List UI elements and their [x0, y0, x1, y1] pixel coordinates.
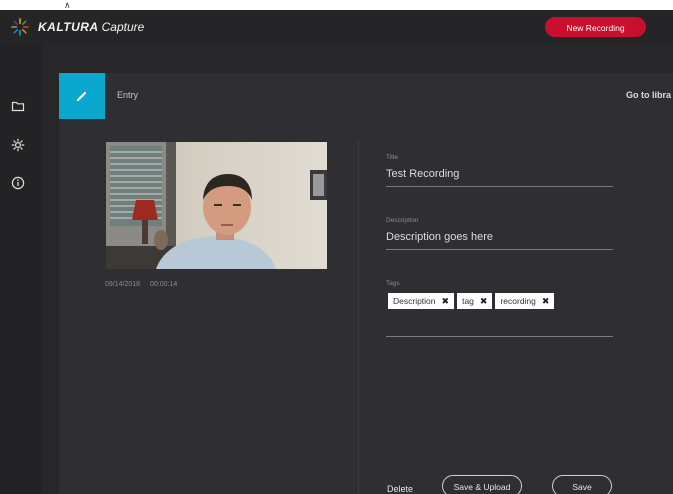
- description-underline: [386, 249, 613, 250]
- tags-label: Tags: [386, 280, 400, 287]
- recording-meta: 09/14/2018 00:00:14: [105, 281, 177, 288]
- new-recording-button[interactable]: New Recording: [545, 17, 646, 37]
- tag-label: recording: [500, 296, 536, 306]
- kaltura-logo-icon: [11, 18, 29, 36]
- brand-suffix: Capture: [101, 20, 145, 34]
- tag-chip: tag ✖: [457, 293, 493, 309]
- video-preview-image: [106, 142, 327, 269]
- tag-chip: recording ✖: [495, 293, 555, 309]
- entry-label: Entry: [117, 90, 139, 100]
- save-and-upload-button[interactable]: Save & Upload: [442, 475, 522, 494]
- tags-input[interactable]: Description ✖ tag ✖ recording ✖: [388, 293, 557, 309]
- remove-tag-icon[interactable]: ✖: [442, 293, 450, 309]
- app-brand: KALTURA Capture: [38, 20, 144, 34]
- folder-icon[interactable]: [11, 99, 25, 113]
- brand-name: KALTURA: [38, 20, 99, 34]
- recording-thumbnail[interactable]: [106, 142, 327, 269]
- main-panel: Entry Go to libra 09/14/2018 00:00:14 Ti…: [42, 44, 673, 494]
- entry-content: 09/14/2018 00:00:14 Title Test Recording …: [59, 119, 673, 494]
- delete-button[interactable]: Delete: [387, 484, 413, 494]
- pencil-icon: [76, 91, 87, 102]
- edit-tab[interactable]: [59, 73, 105, 119]
- tag-chip: Description ✖: [388, 293, 455, 309]
- description-input[interactable]: Description goes here: [386, 231, 493, 243]
- tag-label: tag: [462, 296, 474, 306]
- info-icon[interactable]: [11, 176, 25, 190]
- top-bar: KALTURA Capture New Recording: [0, 10, 673, 44]
- gear-icon[interactable]: [11, 138, 25, 152]
- title-underline: [386, 186, 613, 187]
- save-button[interactable]: Save: [552, 475, 612, 494]
- kaltura-capture-window: KALTURA Capture New Recording Entry Go t…: [0, 10, 673, 494]
- tags-underline: [386, 336, 613, 337]
- remove-tag-icon[interactable]: ✖: [480, 293, 488, 309]
- title-input[interactable]: Test Recording: [386, 168, 459, 180]
- recording-date: 09/14/2018: [105, 281, 141, 288]
- recording-duration: 00:00:14: [150, 281, 178, 288]
- column-divider: [358, 139, 359, 494]
- entry-header: Entry Go to libra: [59, 73, 673, 119]
- sidebar: [0, 44, 43, 494]
- remove-tag-icon[interactable]: ✖: [542, 293, 550, 309]
- tag-label: Description: [393, 296, 436, 306]
- go-to-library-link[interactable]: Go to libra: [626, 90, 671, 100]
- title-label: Title: [386, 154, 399, 161]
- description-label: Description: [386, 217, 419, 224]
